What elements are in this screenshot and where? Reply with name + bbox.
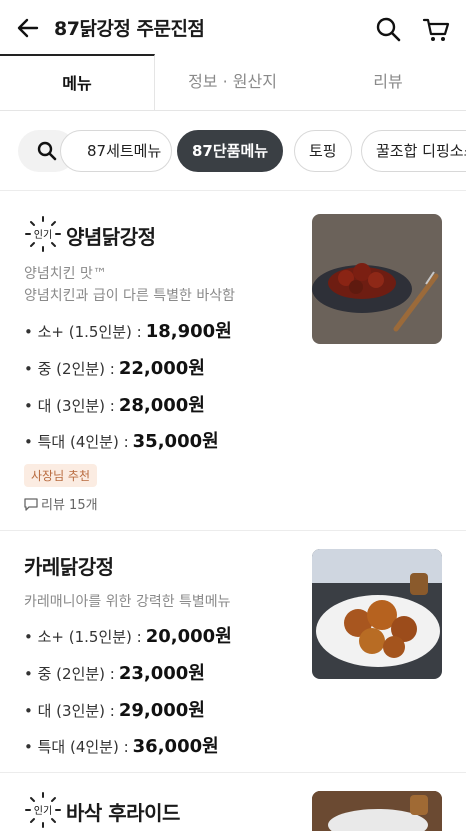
price-row: • 중 (2인분) :23,000원 [24, 663, 205, 684]
price-row: • 특대 (4인분) :35,000원 [24, 431, 219, 452]
price-row: • 특대 (4인분) :36,000원 [24, 736, 219, 757]
chip-topping[interactable]: 토핑 [294, 130, 352, 172]
owner-recommend-tag: 사장님 추천 [24, 464, 98, 487]
store-title: 87닭강정 주문진점 [54, 18, 205, 40]
popular-badge-icon: 인기 [25, 216, 61, 252]
item-photo [312, 791, 442, 831]
price-row: • 소+ (1.5인분) :20,000원 [24, 626, 232, 647]
comment-icon [24, 498, 38, 511]
category-chips: 87세트메뉴 87단품메뉴 토핑 꿀조합 디핑소스 [0, 128, 466, 176]
menu-item[interactable]: 인기 양념닭강정 양념치킨 맛™ 양념치킨과 급이 다른 특별한 바삭함 • 소… [0, 191, 466, 531]
price-row: • 중 (2인분) :22,000원 [24, 358, 205, 379]
search-icon [37, 141, 57, 161]
price-row: • 대 (3인분) :29,000원 [24, 700, 205, 721]
svg-text:인기: 인기 [34, 229, 52, 241]
popular-badge-icon: 인기 [25, 792, 61, 828]
item-name: 바삭 후라이드 [66, 801, 180, 825]
item-name: 카레닭강정 [24, 555, 114, 579]
price-row: • 소+ (1.5인분) :18,900원 [24, 321, 232, 342]
menu-item[interactable]: 카레닭강정 카레매니아를 위한 강력한 특별메뉴 • 소+ (1.5인분) :2… [0, 531, 466, 771]
tab-info[interactable]: 정보 · 원산지 [155, 54, 310, 110]
item-photo [312, 214, 442, 344]
cart-icon[interactable] [422, 16, 450, 44]
app-header: 87닭강정 주문진점 [0, 0, 466, 56]
search-icon[interactable] [375, 16, 401, 42]
chip-single-menu[interactable]: 87단품메뉴 [177, 130, 284, 172]
tab-menu[interactable]: 메뉴 [0, 54, 155, 110]
tab-reviews[interactable]: 리뷰 [310, 54, 466, 110]
item-name: 양념닭강정 [66, 225, 156, 249]
chip-set-menu[interactable]: 87세트메뉴 [60, 130, 172, 172]
price-row: • 대 (3인분) :28,000원 [24, 395, 205, 416]
review-count: 리뷰 15개 [24, 494, 98, 513]
tab-bar: 메뉴 정보 · 원산지 리뷰 [0, 54, 466, 111]
back-arrow-icon[interactable] [16, 16, 40, 40]
item-photo [312, 549, 442, 679]
chip-dipping-sauce[interactable]: 꿀조합 디핑소스 [361, 130, 466, 172]
item-description: 양념치킨 맛™ [24, 266, 107, 282]
menu-item[interactable]: 인기 바삭 후라이드 [0, 773, 466, 831]
item-description: 카레매니아를 위한 강력한 특별메뉴 [24, 594, 231, 610]
item-description: 양념치킨과 급이 다른 특별한 바삭함 [24, 288, 235, 304]
svg-text:인기: 인기 [34, 805, 52, 817]
